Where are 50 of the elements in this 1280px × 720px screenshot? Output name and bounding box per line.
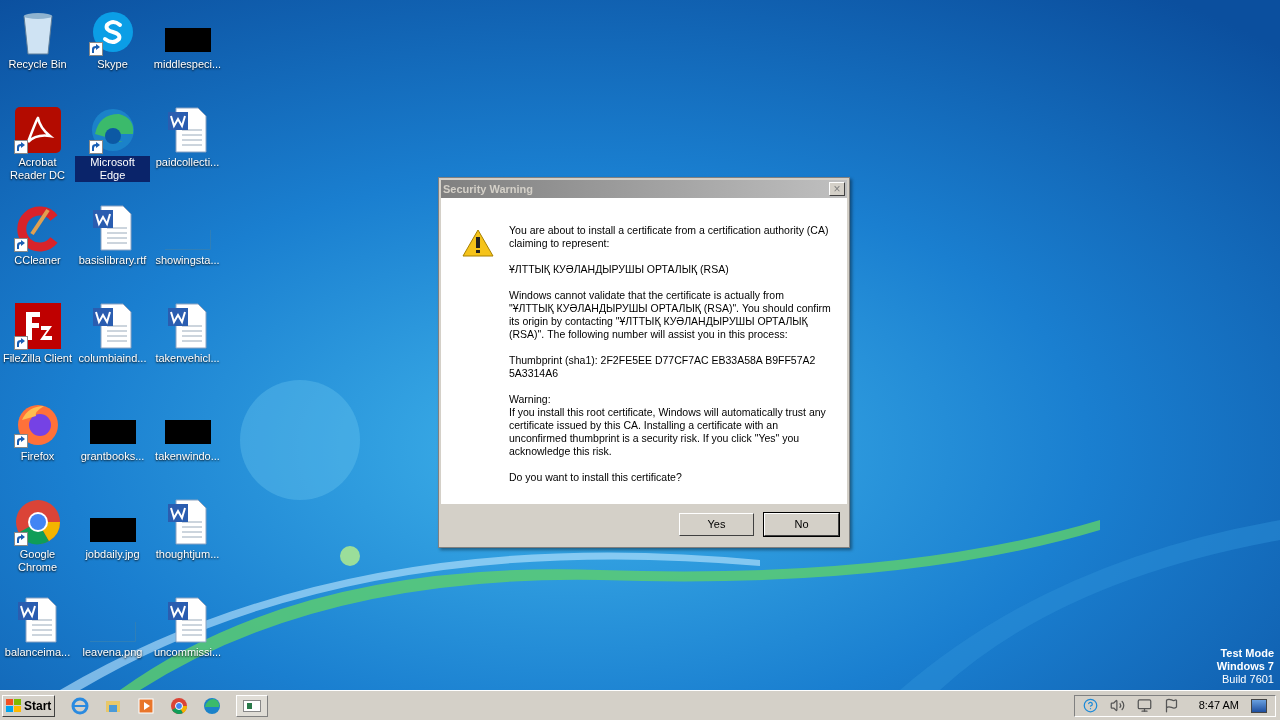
chrome-icon[interactable]	[170, 696, 189, 715]
desktop-icon-label[interactable]: Google Chrome	[0, 548, 75, 574]
desktop-icon-label[interactable]: balanceima...	[3, 646, 72, 659]
desktop-icon-label[interactable]: leavena.png	[81, 646, 144, 659]
desktop-icon-label[interactable]: takenvehicl...	[154, 352, 221, 365]
warning-icon	[461, 228, 495, 258]
desktop-icon-label[interactable]: jobdaily.jpg	[84, 548, 141, 561]
windows-logo-icon	[6, 698, 22, 713]
watermark-text: Test Mode	[1220, 647, 1274, 660]
desktop-icon-label[interactable]: Recycle Bin	[7, 58, 68, 71]
edge-icon[interactable]	[203, 696, 222, 715]
chrome-icon	[13, 498, 62, 546]
desktop-icon-label[interactable]: Skype	[96, 58, 129, 71]
dialog-button[interactable]: Yes	[679, 513, 754, 536]
desktop-icon-label[interactable]: FileZilla Client	[1, 352, 74, 365]
window-icon	[243, 699, 262, 712]
media-player-icon[interactable]	[137, 696, 156, 715]
desktop-icon-label[interactable]: grantbooks...	[79, 450, 146, 463]
message-text: Thumbprint (sha1): 2F2FE5EE D77CF7AC EB33A58A B9FF57A2 5A3314A6	[509, 354, 817, 380]
desktop-icon-label[interactable]: thoughtjum...	[154, 548, 221, 561]
desktop-icon-label[interactable]: paidcollecti...	[154, 156, 221, 169]
desktop-icon-label[interactable]: CCleaner	[13, 254, 62, 267]
start-button[interactable]: Start	[2, 694, 56, 717]
watermark-text: Build 7601	[1222, 673, 1274, 686]
desktop-icon-label[interactable]: Acrobat Reader DC	[0, 156, 75, 182]
message-text: ҰЛТТЫҚ КУӘЛАНДЫРУШЫ ОРТАЛЫҚ (RSA)	[509, 263, 730, 276]
desktop-icon-label[interactable]: Firefox	[19, 450, 56, 463]
desktop-icon-label[interactable]: basislibrary.rtf	[77, 254, 148, 267]
desktop-icon-label[interactable]: showingsta...	[154, 254, 221, 267]
watermark-text: Windows 7	[1216, 660, 1274, 673]
message-text: Windows cannot validate that the certificate is actually from "ҰЛТТЫҚ КУӘЛАНДЫРУШЫ ОРТАЛЫҚ (RSA)". You should confirm its origin by contacting "ҰЛТТЫҚ КУӘЛАНДЫРУШЫ ОРТАЛЫҚ (RSA)". The following number will assist you in this process:	[509, 289, 831, 341]
close-button[interactable]: ×	[829, 182, 845, 196]
desktop-icon-label[interactable]: columbiaind...	[77, 352, 148, 365]
window-title: Security Warning	[443, 181, 534, 197]
clock[interactable]: 8:47 AM	[1198, 697, 1239, 714]
desktop-icon-label[interactable]: middlespeci...	[152, 58, 223, 71]
show-desktop-button[interactable]	[1251, 698, 1267, 713]
flag-icon[interactable]	[1163, 698, 1179, 713]
help-icon[interactable]	[1082, 698, 1098, 713]
network-icon[interactable]	[1136, 698, 1152, 713]
desktop-icon-label[interactable]: uncommissi...	[152, 646, 223, 659]
dialog-button[interactable]: No	[764, 513, 839, 536]
message-text: Do you want to install this certificate?	[509, 471, 683, 484]
desktop-icon-label[interactable]: Microsoft Edge	[75, 156, 150, 182]
taskbar-window-button[interactable]	[236, 694, 269, 717]
browser-e-icon[interactable]	[71, 696, 90, 715]
message-text: Warning: If you install this root certificate, Windows will automatically trust any certificate issued by this CA. Installing a certificate with an unconfirmed thumbprint is a security risk. If you click "Yes" you acknowledge this risk.	[509, 393, 827, 458]
desktop-icon-label[interactable]: takenwindo...	[154, 450, 221, 463]
speaker-icon[interactable]	[1109, 698, 1125, 713]
message-text: You are about to install a certificate from a certification authority (CA) claiming to represent:	[509, 224, 830, 250]
